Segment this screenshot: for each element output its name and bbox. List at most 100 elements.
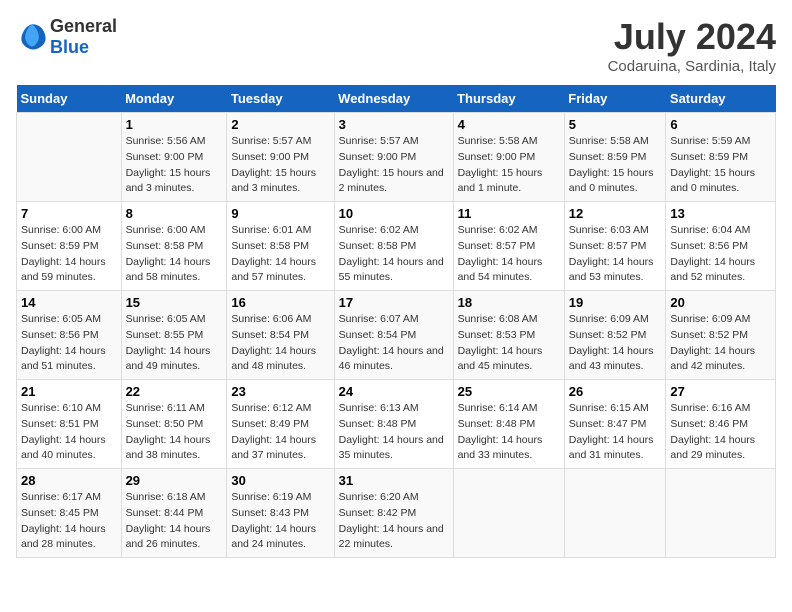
calendar-cell [453, 469, 564, 558]
day-info: Sunrise: 6:14 AMSunset: 8:48 PMDaylight:… [458, 401, 560, 464]
day-number: 1 [126, 117, 223, 132]
day-info: Sunrise: 6:03 AMSunset: 8:57 PMDaylight:… [569, 223, 662, 286]
day-info: Sunrise: 6:15 AMSunset: 8:47 PMDaylight:… [569, 401, 662, 464]
calendar-cell: 3 Sunrise: 5:57 AMSunset: 9:00 PMDaylight… [334, 113, 453, 202]
day-info: Sunrise: 6:00 AMSunset: 8:59 PMDaylight:… [21, 223, 117, 286]
calendar-cell: 20Sunrise: 6:09 AMSunset: 8:52 PMDayligh… [666, 291, 776, 380]
calendar-cell: 27Sunrise: 6:16 AMSunset: 8:46 PMDayligh… [666, 380, 776, 469]
calendar-cell: 14 Sunrise: 6:05 AMSunset: 8:56 PMDayligh… [17, 291, 122, 380]
day-info: Sunrise: 6:16 AMSunset: 8:46 PMDaylight:… [670, 401, 771, 464]
weekday-header-saturday: Saturday [666, 85, 776, 113]
day-number: 13 [670, 206, 771, 221]
day-number: 24 [339, 384, 449, 399]
day-number: 29 [126, 473, 223, 488]
day-number: 21 [21, 384, 117, 399]
day-info: Sunrise: 6:01 AMSunset: 8:58 PMDaylight:… [231, 223, 329, 286]
calendar-week-row: 21 Sunrise: 6:10 AMSunset: 8:51 PMDayligh… [17, 380, 776, 469]
day-info: Sunrise: 5:59 AMSunset: 8:59 PMDaylight:… [670, 134, 771, 197]
day-info: Sunrise: 6:09 AMSunset: 8:52 PMDaylight:… [569, 312, 662, 375]
day-info: Sunrise: 6:13 AMSunset: 8:48 PMDaylight:… [339, 401, 449, 464]
calendar-cell: 1 Sunrise: 5:56 AMSunset: 9:00 PMDaylight… [121, 113, 227, 202]
calendar-cell: 16 Sunrise: 6:06 AMSunset: 8:54 PMDayligh… [227, 291, 334, 380]
calendar-week-row: 28 Sunrise: 6:17 AMSunset: 8:45 PMDayligh… [17, 469, 776, 558]
calendar-cell: 15 Sunrise: 6:05 AMSunset: 8:55 PMDayligh… [121, 291, 227, 380]
day-info: Sunrise: 5:57 AMSunset: 9:00 PMDaylight:… [231, 134, 329, 197]
day-number: 17 [339, 295, 449, 310]
day-number: 28 [21, 473, 117, 488]
day-number: 19 [569, 295, 662, 310]
day-number: 22 [126, 384, 223, 399]
day-number: 8 [126, 206, 223, 221]
calendar-table: SundayMondayTuesdayWednesdayThursdayFrid… [16, 85, 776, 558]
calendar-cell: 21 Sunrise: 6:10 AMSunset: 8:51 PMDayligh… [17, 380, 122, 469]
calendar-cell: 23Sunrise: 6:12 AMSunset: 8:49 PMDayligh… [227, 380, 334, 469]
calendar-header-row: SundayMondayTuesdayWednesdayThursdayFrid… [17, 85, 776, 113]
day-number: 7 [21, 206, 117, 221]
calendar-cell: 10 Sunrise: 6:02 AMSunset: 8:58 PMDayligh… [334, 202, 453, 291]
day-number: 10 [339, 206, 449, 221]
day-info: Sunrise: 6:02 AMSunset: 8:58 PMDaylight:… [339, 223, 449, 286]
day-number: 15 [126, 295, 223, 310]
logo-text: General Blue [50, 16, 117, 58]
day-info: Sunrise: 6:02 AMSunset: 8:57 PMDaylight:… [458, 223, 560, 286]
weekday-header-sunday: Sunday [17, 85, 122, 113]
day-info: Sunrise: 6:11 AMSunset: 8:50 PMDaylight:… [126, 401, 223, 464]
calendar-cell: 26 Sunrise: 6:15 AMSunset: 8:47 PMDayligh… [564, 380, 666, 469]
calendar-cell: 22 Sunrise: 6:11 AMSunset: 8:50 PMDayligh… [121, 380, 227, 469]
day-info: Sunrise: 5:57 AMSunset: 9:00 PMDaylight:… [339, 134, 449, 197]
calendar-cell: 7 Sunrise: 6:00 AMSunset: 8:59 PMDaylight… [17, 202, 122, 291]
calendar-cell: 17 Sunrise: 6:07 AMSunset: 8:54 PMDayligh… [334, 291, 453, 380]
calendar-cell [564, 469, 666, 558]
calendar-cell: 12Sunrise: 6:03 AMSunset: 8:57 PMDayligh… [564, 202, 666, 291]
day-info: Sunrise: 6:00 AMSunset: 8:58 PMDaylight:… [126, 223, 223, 286]
calendar-cell: 29 Sunrise: 6:18 AMSunset: 8:44 PMDayligh… [121, 469, 227, 558]
title-block: July 2024 Codaruina, Sardinia, Italy [608, 16, 776, 75]
day-info: Sunrise: 6:19 AMSunset: 8:43 PMDaylight:… [231, 490, 329, 553]
calendar-cell: 31Sunrise: 6:20 AMSunset: 8:42 PMDayligh… [334, 469, 453, 558]
day-number: 26 [569, 384, 662, 399]
calendar-cell: 2Sunrise: 5:57 AMSunset: 9:00 PMDaylight… [227, 113, 334, 202]
day-info: Sunrise: 6:10 AMSunset: 8:51 PMDaylight:… [21, 401, 117, 464]
day-number: 5 [569, 117, 662, 132]
calendar-week-row: 7 Sunrise: 6:00 AMSunset: 8:59 PMDaylight… [17, 202, 776, 291]
day-info: Sunrise: 5:58 AMSunset: 9:00 PMDaylight:… [458, 134, 560, 197]
day-info: Sunrise: 6:05 AMSunset: 8:56 PMDaylight:… [21, 312, 117, 375]
day-info: Sunrise: 5:56 AMSunset: 9:00 PMDaylight:… [126, 134, 223, 197]
weekday-header-tuesday: Tuesday [227, 85, 334, 113]
day-number: 18 [458, 295, 560, 310]
day-info: Sunrise: 6:12 AMSunset: 8:49 PMDaylight:… [231, 401, 329, 464]
logo-general: General [50, 16, 117, 36]
calendar-cell: 30 Sunrise: 6:19 AMSunset: 8:43 PMDayligh… [227, 469, 334, 558]
weekday-header-friday: Friday [564, 85, 666, 113]
day-number: 4 [458, 117, 560, 132]
subtitle: Codaruina, Sardinia, Italy [608, 58, 776, 75]
day-info: Sunrise: 6:20 AMSunset: 8:42 PMDaylight:… [339, 490, 449, 553]
day-info: Sunrise: 6:08 AMSunset: 8:53 PMDaylight:… [458, 312, 560, 375]
calendar-week-row: 14 Sunrise: 6:05 AMSunset: 8:56 PMDayligh… [17, 291, 776, 380]
day-info: Sunrise: 6:06 AMSunset: 8:54 PMDaylight:… [231, 312, 329, 375]
day-number: 16 [231, 295, 329, 310]
calendar-cell: 5Sunrise: 5:58 AMSunset: 8:59 PMDaylight… [564, 113, 666, 202]
day-number: 9 [231, 206, 329, 221]
day-info: Sunrise: 6:17 AMSunset: 8:45 PMDaylight:… [21, 490, 117, 553]
logo-icon [16, 21, 48, 53]
day-number: 25 [458, 384, 560, 399]
weekday-header-wednesday: Wednesday [334, 85, 453, 113]
day-number: 20 [670, 295, 771, 310]
main-title: July 2024 [608, 16, 776, 58]
calendar-cell: 28 Sunrise: 6:17 AMSunset: 8:45 PMDayligh… [17, 469, 122, 558]
day-info: Sunrise: 6:05 AMSunset: 8:55 PMDaylight:… [126, 312, 223, 375]
day-info: Sunrise: 6:07 AMSunset: 8:54 PMDaylight:… [339, 312, 449, 375]
calendar-cell: 19 Sunrise: 6:09 AMSunset: 8:52 PMDayligh… [564, 291, 666, 380]
calendar-cell: 24 Sunrise: 6:13 AMSunset: 8:48 PMDayligh… [334, 380, 453, 469]
calendar-cell: 6Sunrise: 5:59 AMSunset: 8:59 PMDaylight… [666, 113, 776, 202]
calendar-cell: 9 Sunrise: 6:01 AMSunset: 8:58 PMDaylight… [227, 202, 334, 291]
day-number: 14 [21, 295, 117, 310]
day-number: 30 [231, 473, 329, 488]
day-number: 3 [339, 117, 449, 132]
page-header: General Blue July 2024 Codaruina, Sardin… [16, 16, 776, 75]
day-info: Sunrise: 6:18 AMSunset: 8:44 PMDaylight:… [126, 490, 223, 553]
logo: General Blue [16, 16, 117, 58]
weekday-header-thursday: Thursday [453, 85, 564, 113]
calendar-cell: 18 Sunrise: 6:08 AMSunset: 8:53 PMDayligh… [453, 291, 564, 380]
